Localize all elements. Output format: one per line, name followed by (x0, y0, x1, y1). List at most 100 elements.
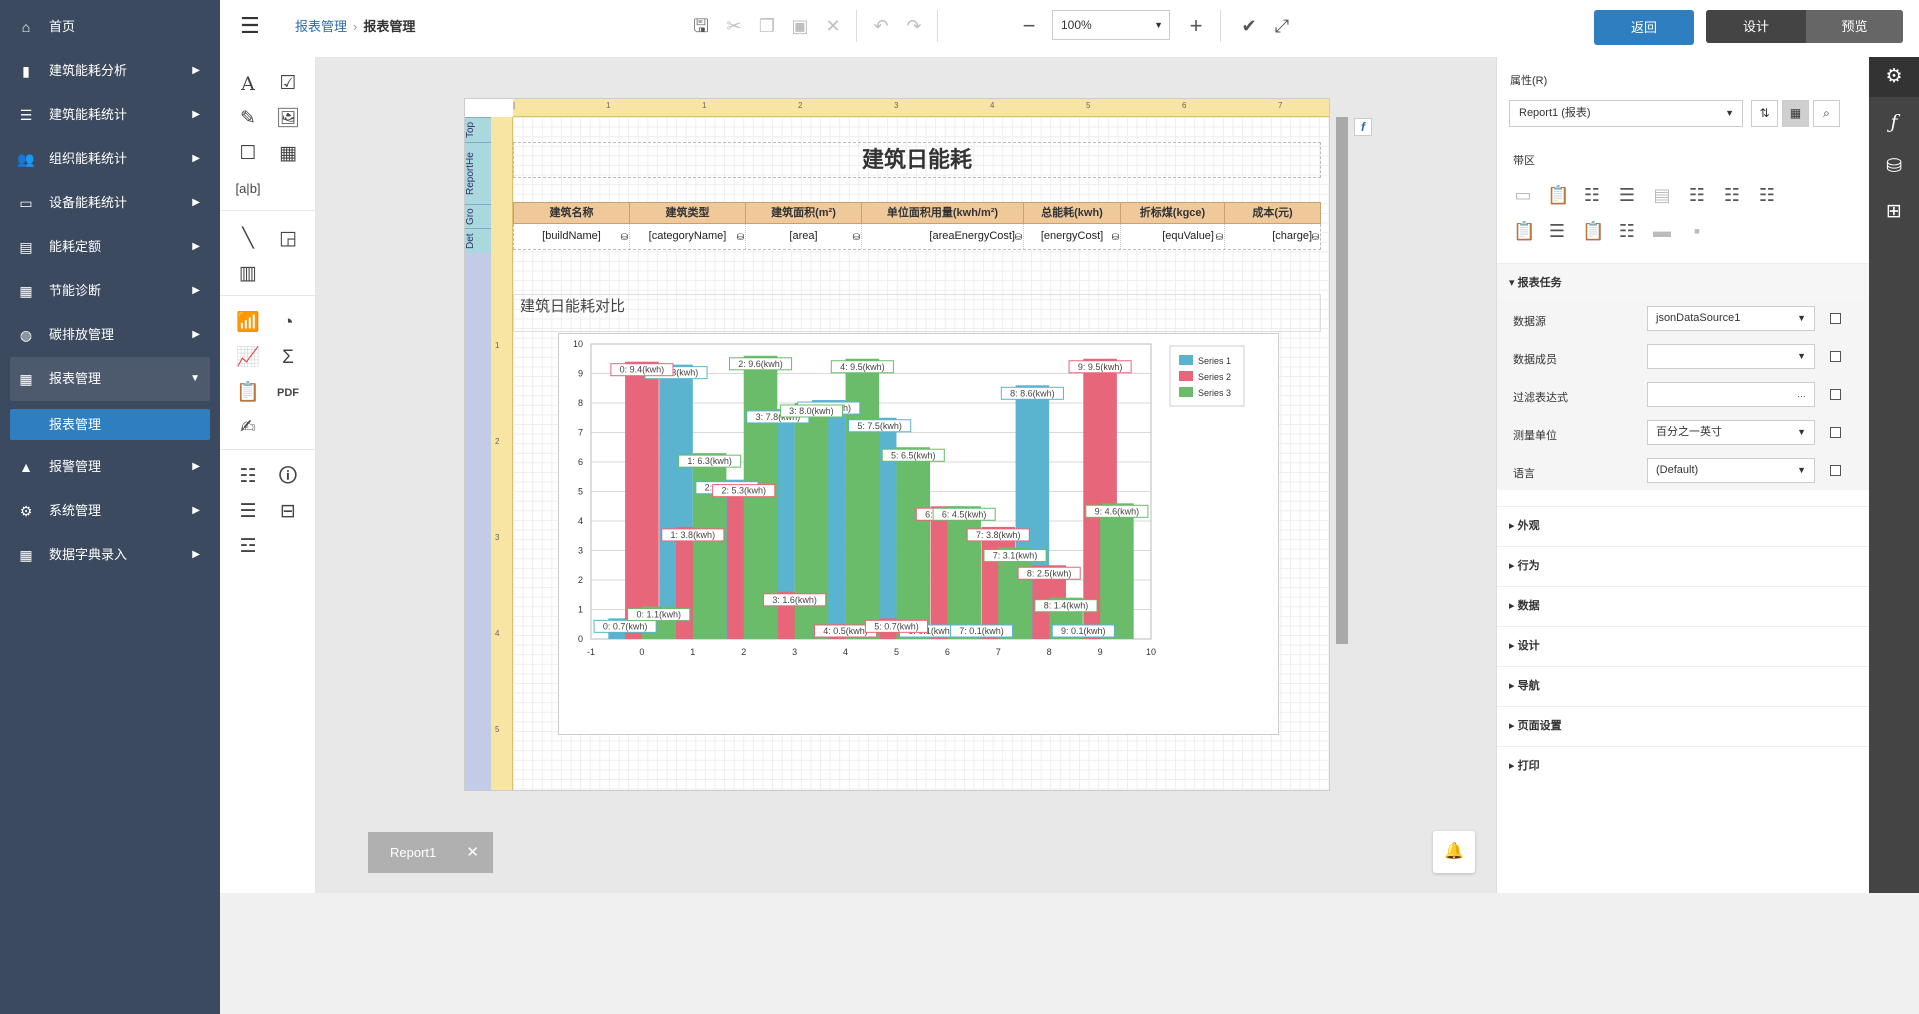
measure-unit-select[interactable]: 百分之一英寸 ▼ (1647, 420, 1815, 445)
preview-mode-button[interactable]: 预览 (1806, 10, 1903, 43)
table-field-cell[interactable]: [energyCost] ⛁ (1024, 224, 1121, 249)
signature-tool-icon[interactable]: ✍ (233, 413, 263, 443)
filter-expression-input[interactable]: … (1647, 382, 1815, 407)
detail-report-band-icon[interactable]: ☷ (1687, 184, 1707, 206)
save-icon[interactable]: 🖫 (688, 13, 714, 39)
band-group-header[interactable]: Gro (465, 204, 491, 228)
property-checkbox[interactable] (1830, 313, 1841, 324)
band-detail[interactable]: Det (465, 228, 491, 253)
table-field-cell[interactable]: [areaEnergyCost] ⛁ (862, 224, 1024, 249)
table-header-cell[interactable]: 建筑名称 (514, 203, 630, 223)
vertical-total-band-icon[interactable]: ▪ (1687, 220, 1707, 242)
design-surface[interactable]: 建筑日能耗 建筑名称 建筑类型 建筑面积(m²) 单位面积用量(kwh/m²) … (513, 117, 1329, 790)
checkbox-tool-icon[interactable]: ☑ (273, 69, 303, 99)
zoom-select[interactable]: 100% ▼ (1052, 10, 1170, 40)
function-icon[interactable]: ƒ (1869, 102, 1919, 142)
property-checkbox[interactable] (1830, 351, 1841, 362)
page-header-band-icon[interactable]: ☷ (1582, 184, 1602, 206)
table-field-cell[interactable]: [categoryName] ⛁ (630, 224, 746, 249)
expression-fx-icon[interactable]: f (1354, 118, 1372, 136)
nav-device-energy-stats[interactable]: ▭ 设备能耗统计 ▶ (0, 181, 220, 225)
copy-icon[interactable]: ❐ (754, 13, 780, 39)
print-section[interactable]: ▸ 打印 (1497, 746, 1870, 784)
nav-alarm-management[interactable]: ▲ 报警管理 ▶ (0, 445, 220, 489)
component-select[interactable]: Report1 (报表) ▼ (1509, 100, 1743, 127)
gauge-tool-icon[interactable]: ◔ (273, 308, 303, 338)
nav-carbon-emission[interactable]: ◍ 碳排放管理 ▶ (0, 313, 220, 357)
bottom-margin-band-icon[interactable]: ☰ (1547, 220, 1567, 242)
chart-title-label[interactable]: 建筑日能耗对比 (513, 294, 1321, 332)
table-field-cell[interactable]: [area] ⛁ (746, 224, 862, 249)
line-tool-icon[interactable]: ╲ (233, 224, 263, 254)
table-header-cell[interactable]: 单位面积用量(kwh/m²) (862, 203, 1024, 223)
hierarchy-icon[interactable]: ⊞ (1869, 192, 1919, 232)
nav-energy-quota[interactable]: ▤ 能耗定额 ▶ (0, 225, 220, 269)
nav-data-dictionary[interactable]: ▦ 数据字典录入 ▶ (0, 533, 220, 577)
top-margin-band-icon[interactable]: ▭ (1513, 184, 1533, 206)
vertical-header-band-icon[interactable]: ☷ (1617, 220, 1637, 242)
report-header-band-icon[interactable]: 📋 (1547, 184, 1569, 206)
redo-icon[interactable]: ↷ (901, 13, 927, 39)
report-title-label[interactable]: 建筑日能耗 (513, 142, 1321, 178)
pdf-content-tool-icon[interactable]: PDF (273, 378, 303, 408)
delete-icon[interactable]: ✕ (820, 13, 846, 39)
table-tool-icon[interactable]: ▦ (273, 139, 303, 169)
table-header-cell[interactable]: 总能耗(kwh) (1024, 203, 1121, 223)
nav-energy-diagnosis[interactable]: ▦ 节能诊断 ▶ (0, 269, 220, 313)
categorized-icon[interactable]: ▦ (1782, 100, 1809, 127)
back-button[interactable]: 返回 (1594, 10, 1694, 45)
label-tool-icon[interactable]: A (233, 69, 263, 99)
shape-tool-icon[interactable]: ◲ (273, 224, 303, 254)
behavior-section[interactable]: ▸ 行为 (1497, 546, 1870, 584)
table-field-cell[interactable]: [buildName] ⛁ (514, 224, 630, 249)
ellipsis-icon[interactable]: … (1797, 383, 1806, 406)
chart-tool-icon[interactable]: 📶 (233, 308, 263, 338)
table-header-cell[interactable]: 折标煤(kgce) (1121, 203, 1225, 223)
property-checkbox[interactable] (1830, 465, 1841, 476)
vertical-detail-band-icon[interactable]: ▬ (1652, 220, 1672, 242)
bell-icon[interactable]: 🔔 (1433, 831, 1475, 873)
pagebreak-tool-icon[interactable]: ⊟ (273, 497, 303, 527)
datasource-select[interactable]: jsonDataSource1 ▼ (1647, 306, 1815, 331)
property-checkbox[interactable] (1830, 389, 1841, 400)
band-report-header[interactable]: ReportHe (465, 142, 491, 204)
page-footer-band-icon[interactable]: 📋 (1513, 220, 1535, 242)
sparkline-tool-icon[interactable]: 📈 (233, 343, 263, 373)
report-footer-band-icon[interactable]: ☷ (1757, 184, 1777, 206)
design-mode-button[interactable]: 设计 (1706, 10, 1806, 43)
language-select[interactable]: (Default) ▼ (1647, 458, 1815, 483)
cut-icon[interactable]: ✂ (721, 13, 747, 39)
appearance-section[interactable]: ▸ 外观 (1497, 506, 1870, 544)
panel-tool-icon[interactable]: ☐ (233, 139, 263, 169)
table-header-cell[interactable]: 建筑类型 (630, 203, 746, 223)
pivot-tool-icon[interactable]: ☰ (233, 497, 263, 527)
barcode-tool-icon[interactable]: ▥ (233, 259, 263, 289)
close-icon[interactable]: ✕ (466, 832, 479, 873)
sub-band-icon[interactable]: 📋 (1582, 220, 1604, 242)
database-icon[interactable]: ⛁ (1869, 147, 1919, 187)
nav-org-energy-stats[interactable]: 👥 组织能耗统计 ▶ (0, 137, 220, 181)
search-icon[interactable]: ⌕ (1813, 100, 1840, 127)
subreport-tool-icon[interactable]: 📋 (233, 378, 263, 408)
chart-control[interactable]: 0 1 2 3 4 5 6 7 8 9 10 -1 0 1 2 3 4 5 6 7 8 9 10 0: 0.7(kwh) 1: … (558, 333, 1279, 735)
sort-alpha-icon[interactable]: ⇅ (1751, 100, 1778, 127)
paste-icon[interactable]: ▣ (787, 13, 813, 39)
nav-system-management[interactable]: ⚙ 系统管理 ▶ (0, 489, 220, 533)
gear-icon[interactable]: ⚙ (1869, 57, 1919, 97)
nav-sub-report-management[interactable]: 报表管理 (10, 409, 210, 440)
group-footer-band-icon[interactable]: ☷ (1722, 184, 1742, 206)
zoom-in-icon[interactable]: + (1183, 13, 1209, 39)
datamember-select[interactable]: ▼ (1647, 344, 1815, 369)
data-section[interactable]: ▸ 数据 (1497, 586, 1870, 624)
nav-home[interactable]: ⌂ 首页 (0, 5, 220, 49)
nav-building-energy-analysis[interactable]: ▮ 建筑能耗分析 ▶ (0, 49, 220, 93)
validate-icon[interactable]: ✔ (1236, 13, 1262, 39)
report-tasks-section[interactable]: ▾ 报表任务 (1497, 263, 1870, 301)
property-checkbox[interactable] (1830, 427, 1841, 438)
navigation-section[interactable]: ▸ 导航 (1497, 666, 1870, 704)
group-header-band-icon[interactable]: ☰ (1617, 184, 1637, 206)
table-header-cell[interactable]: 成本(元) (1225, 203, 1320, 223)
report-tab[interactable]: Report1 ✕ (368, 832, 493, 873)
sum-tool-icon[interactable]: Σ (273, 343, 303, 373)
detail-band-icon[interactable]: ▤ (1652, 184, 1672, 206)
